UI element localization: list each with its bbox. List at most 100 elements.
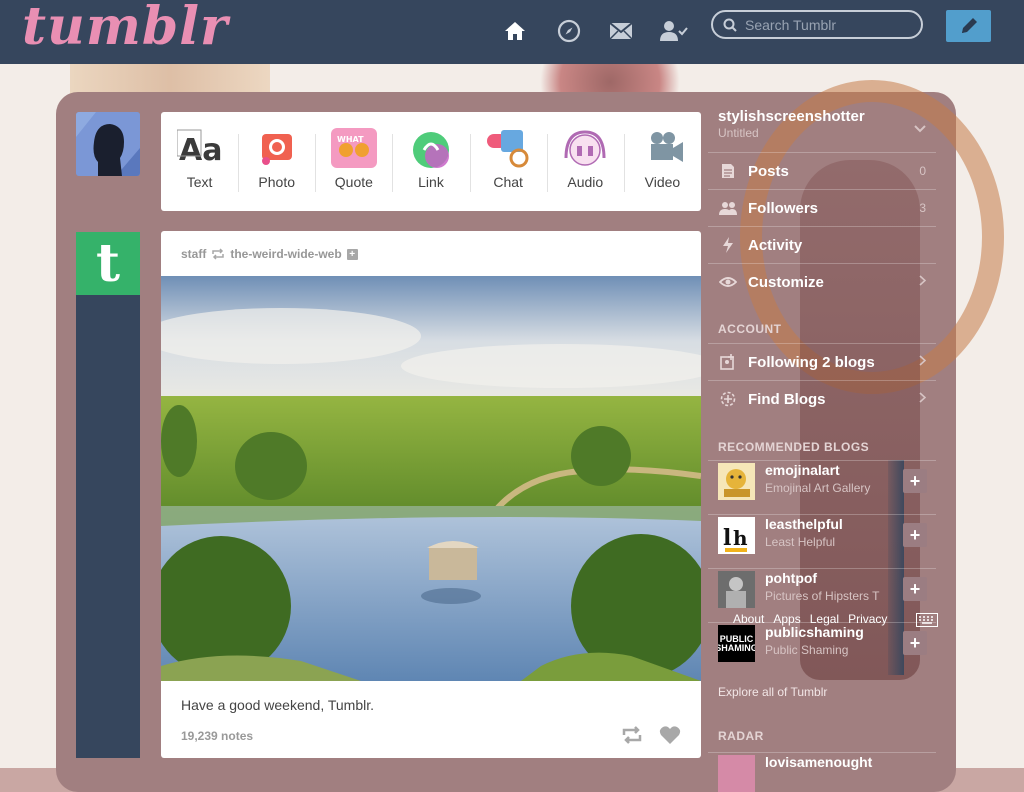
search-icon [723,18,737,32]
blog-avatar[interactable] [718,755,755,792]
find-blogs-icon [718,391,738,407]
user-avatar[interactable] [76,112,140,176]
post-type-label: Link [418,174,444,190]
post-type-label: Quote [334,174,373,190]
search-input[interactable] [743,15,917,34]
radar-heading: RADAR [718,729,764,743]
blog-name[interactable]: leasthelpful [765,516,843,532]
chevron-right-icon [919,355,927,369]
photo-icon [254,128,300,168]
staff-blog-avatar[interactable]: t [76,232,140,295]
post-type-label: Chat [493,174,523,190]
blog-avatar[interactable] [718,571,755,608]
sidebar-item-activity[interactable]: Activity [708,226,936,263]
post-type-bar: Aa Text Photo WHAT Quote Link Chat Audio [161,112,701,211]
sidebar-item-label: Find Blogs [748,390,826,408]
explore-icon[interactable] [552,14,586,48]
sidebar-item-label: Activity [748,236,803,254]
blog-avatar[interactable]: lh [718,517,755,554]
post-type-chat[interactable]: Chat [469,112,547,211]
compose-button[interactable] [946,10,991,42]
post-photo[interactable] [161,276,701,681]
post-author-link[interactable]: staff [181,247,206,261]
chevron-right-icon [919,275,927,289]
blog-post-rail: t [76,232,140,758]
tumblr-logo[interactable]: tumblr [22,0,228,57]
explore-link[interactable]: Explore all of Tumblr [718,685,827,699]
chevron-right-icon [919,392,927,406]
blog-avatar[interactable] [718,463,755,500]
sidebar-item-count: 3 [919,201,926,215]
blog-avatar[interactable]: PUBLIC SHAMING [718,625,755,662]
post-header: staff the-weird-wide-web + [181,247,358,261]
chat-icon [485,128,531,168]
sidebar-item-find-blogs[interactable]: Find Blogs [708,380,936,417]
video-icon [639,128,685,168]
blog-name[interactable]: pohtpof [765,570,817,586]
like-heart-icon[interactable] [659,725,681,745]
inbox-icon[interactable] [604,14,638,48]
follow-plus-button[interactable]: + [903,523,927,547]
sidebar-item-label: Following 2 blogs [748,353,875,371]
post-type-label: Audio [567,174,604,190]
post-type-text[interactable]: Aa Text [161,112,238,211]
search-box[interactable] [711,10,923,39]
radar-item[interactable]: lovisamenought [708,752,936,792]
account-icon[interactable] [657,14,691,48]
sidebar-item-label: Followers [748,199,819,217]
sidebar-item-posts[interactable]: Posts 0 [708,152,936,189]
blog-title: Public Shaming [765,643,849,657]
chevron-down-icon[interactable] [914,120,926,138]
top-navigation-bar: tumblr [0,0,1024,64]
blog-name[interactable]: publicshaming [765,624,864,640]
posts-icon [718,163,738,179]
sidebar-item-label: Posts [748,162,789,180]
eye-icon [718,276,738,288]
sidebar-item-customize[interactable]: Customize [708,263,936,300]
reblog-icon[interactable] [621,725,643,745]
sidebar-item-following[interactable]: Following 2 blogs [708,343,936,380]
blog-title: Pictures of Hipsters T [765,589,880,603]
post-type-photo[interactable]: Photo [238,112,315,211]
blog-title: Emojinal Art Gallery [765,481,871,495]
post-type-label: Video [644,174,681,190]
reblogged-from-link[interactable]: the-weird-wide-web [230,247,341,261]
follow-plus-icon[interactable]: + [346,248,358,260]
text-icon: Aa [176,128,223,168]
follow-plus-button[interactable]: + [903,631,927,655]
post-actions [621,725,681,745]
quote-icon: WHAT [330,128,377,168]
post-type-link[interactable]: Link [392,112,469,211]
home-icon[interactable] [498,14,532,48]
audio-icon [562,128,608,168]
sidebar-blog-subtitle: Untitled [718,126,759,140]
activity-icon [718,237,738,253]
recommended-blog-item[interactable]: emojinalart Emojinal Art Gallery + [708,460,936,513]
recommended-blog-item[interactable]: lh leasthelpful Least Helpful + [708,514,936,567]
sidebar-blog-name[interactable]: stylishscreenshotter [718,108,865,125]
blog-title: Least Helpful [765,535,836,549]
sidebar-item-followers[interactable]: Followers 3 [708,189,936,226]
recommended-blogs-heading: RECOMMENDED BLOGS [718,440,870,454]
follow-plus-button[interactable]: + [903,577,927,601]
right-sidebar: stylishscreenshotter Untitled Posts 0 Fo… [708,100,938,792]
post-type-quote[interactable]: WHAT Quote [315,112,392,211]
following-icon [718,354,738,370]
post-type-video[interactable]: Video [623,112,701,211]
account-heading: ACCOUNT [718,322,782,336]
blog-name[interactable]: emojinalart [765,462,840,478]
svg-text:l: l [723,525,731,551]
post-caption: Have a good weekend, Tumblr. [181,697,375,713]
sidebar-item-label: Customize [748,273,824,291]
svg-text:h: h [733,526,748,550]
post-type-audio[interactable]: Audio [546,112,624,211]
follow-plus-button[interactable]: + [903,469,927,493]
notes-count[interactable]: 19,239 notes [181,729,253,743]
reblog-icon [212,248,225,260]
post-type-label: Photo [258,174,295,190]
recommended-blog-item[interactable]: PUBLIC SHAMING publicshaming Public Sham… [708,622,936,675]
pencil-icon [961,18,977,33]
link-icon [408,128,454,168]
followers-icon [718,201,738,215]
sidebar-item-count: 0 [919,164,926,178]
